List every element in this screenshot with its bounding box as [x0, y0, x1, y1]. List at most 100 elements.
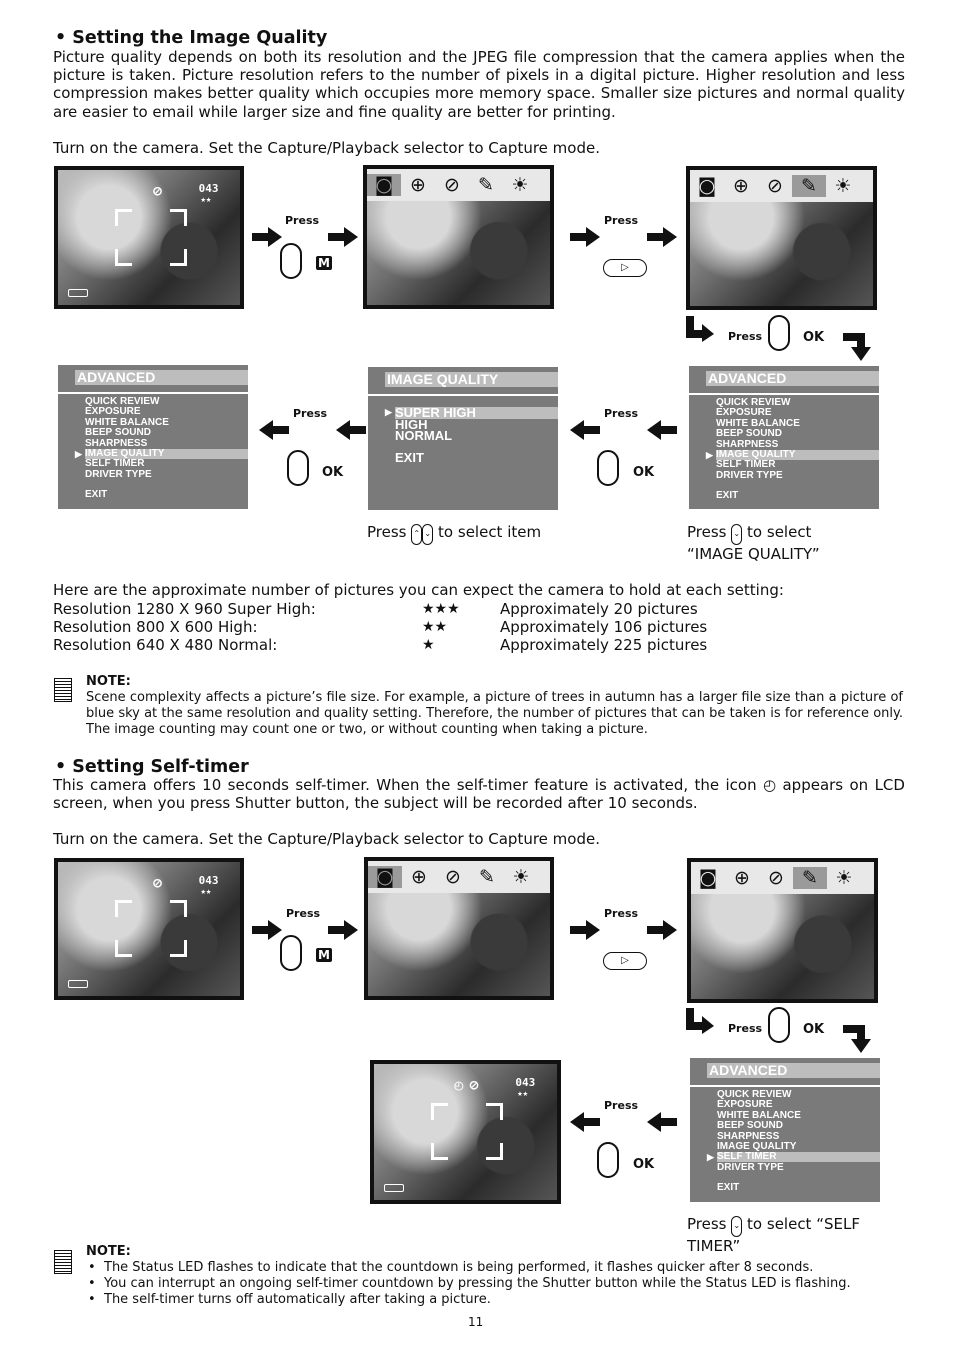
quality-stars: ★★ — [200, 887, 212, 897]
quality-stars: ★★★ — [422, 601, 460, 617]
ok-button[interactable] — [768, 1007, 790, 1043]
menu-exit[interactable]: EXIT — [717, 1183, 880, 1193]
lcd-screen: ◙ ⊕ ⊘ ✎ ☀ — [686, 166, 877, 310]
brightness-icon: ☀ — [835, 867, 853, 889]
ok-button[interactable] — [597, 1142, 619, 1178]
self-timer-icon: ◴ — [763, 776, 777, 794]
zoom-in-icon: ⊕ — [734, 867, 750, 889]
note-title: NOTE: — [86, 674, 131, 689]
selection-arrow-icon: ▶ — [75, 449, 82, 459]
arrow-bend-down-icon — [843, 333, 873, 367]
camera-icon: ◙ — [367, 174, 401, 196]
caption-select-quality: Press ⌄ to select “IMAGE QUALITY” — [687, 523, 847, 563]
menu-exit[interactable]: EXIT — [395, 451, 558, 464]
zoom-in-icon: ⊕ — [411, 866, 427, 888]
camera-icon: ◙ — [368, 866, 402, 888]
menu-exit[interactable]: EXIT — [85, 490, 248, 500]
menu-divider — [58, 392, 248, 394]
arrow-right-icon — [252, 227, 282, 247]
wrench-icon: ✎ — [479, 866, 495, 888]
focus-frame-corner — [170, 248, 187, 266]
arrow-bend-right-icon — [686, 316, 716, 346]
menu-item[interactable]: SELF TIMER — [85, 459, 248, 469]
menu-item[interactable]: SELF TIMER — [716, 460, 879, 470]
flash-off-icon: ⊘ — [444, 174, 460, 196]
advanced-menu: ADVANCED QUICK REVIEW EXPOSURE WHITE BALANC… — [58, 365, 248, 509]
picture-count: Approximately 225 pictures — [500, 636, 708, 654]
menu-item[interactable]: EXPOSURE — [716, 408, 879, 418]
menu-button[interactable] — [280, 243, 302, 279]
caption-press: Press — [687, 1215, 727, 1233]
quality-stars: ★★ — [517, 1089, 529, 1099]
down-key-icon: ⌄ — [731, 524, 743, 545]
flash-off-icon: ⊘ — [469, 1076, 479, 1094]
picture-count: Approximately 20 pictures — [500, 600, 698, 618]
lcd-screen: ◙ ⊕ ⊘ ✎ ☀ — [687, 858, 878, 1003]
arrow-left-icon — [647, 1112, 677, 1132]
menu-item[interactable]: NORMAL — [395, 429, 558, 442]
arrow-right-icon — [328, 227, 358, 247]
playback-button[interactable]: ▷ — [603, 259, 647, 277]
ok-label: OK — [633, 1157, 655, 1172]
lcd-toolbar: ◙ ⊕ ⊘ ✎ ☀ — [690, 170, 873, 202]
menu-divider — [689, 393, 879, 395]
menu-button[interactable] — [280, 935, 302, 971]
wrench-icon: ✎ — [792, 175, 826, 197]
arrow-left-icon — [570, 420, 600, 440]
arrow-bend-down-icon — [843, 1025, 873, 1059]
menu-item[interactable]: BEEP SOUND — [717, 1121, 880, 1131]
menu-divider — [690, 1085, 880, 1087]
shot-count: 043 — [515, 1076, 536, 1089]
press-label: Press — [604, 214, 639, 227]
flash-off-icon: ⊘ — [768, 867, 784, 889]
arrow-left-icon — [336, 420, 366, 440]
down-key-icon: ⌄ — [731, 1216, 743, 1237]
playback-button[interactable]: ▷ — [603, 952, 647, 970]
arrow-left-icon — [570, 1112, 600, 1132]
ok-label: OK — [633, 465, 655, 480]
flash-off-icon: ⊘ — [153, 182, 163, 200]
brightness-icon: ☀ — [834, 175, 852, 197]
ok-label: OK — [803, 330, 825, 345]
menu-item[interactable]: DRIVER TYPE — [85, 469, 248, 480]
resolution-label: Resolution 1280 X 960 Super High: — [53, 600, 316, 618]
menu-item[interactable]: DRIVER TYPE — [716, 470, 879, 481]
ok-button[interactable] — [597, 450, 619, 486]
lcd-screen: ⊘ 043 ★★ — [54, 858, 244, 1000]
up-key-icon: ⌃ — [411, 524, 423, 545]
menu-exit[interactable]: EXIT — [716, 491, 879, 501]
note-title: NOTE: — [86, 1244, 131, 1259]
focus-frame-corner — [431, 1142, 449, 1160]
menu-item[interactable]: DRIVER TYPE — [717, 1162, 880, 1173]
resolution-label: Resolution 800 X 600 High: — [53, 618, 258, 636]
picture-count: Approximately 106 pictures — [500, 618, 708, 636]
note-item: The self-timer turns off automatically a… — [104, 1292, 491, 1307]
arrow-right-icon — [647, 920, 677, 940]
capacity-intro: Here are the approximate number of pictu… — [53, 581, 784, 599]
focus-frame-corner — [115, 900, 132, 918]
note-item: You can interrupt an ongoing self-timer … — [104, 1276, 851, 1291]
press-label: Press — [604, 1099, 639, 1112]
shot-count: 043 — [198, 874, 219, 887]
battery-icon — [68, 980, 88, 988]
menu-item[interactable]: BEEP SOUND — [85, 428, 248, 438]
note-icon — [54, 678, 72, 702]
arrow-bend-right-icon — [686, 1008, 716, 1038]
ok-button[interactable] — [287, 450, 309, 486]
menu-item[interactable]: SELF TIMER — [717, 1152, 880, 1163]
press-label: Press — [285, 214, 320, 227]
menu-item[interactable]: EXPOSURE — [85, 407, 248, 417]
ok-button[interactable] — [768, 315, 790, 351]
arrow-left-icon — [259, 420, 289, 440]
wrench-icon: ✎ — [793, 867, 827, 889]
focus-frame-corner — [486, 1102, 504, 1120]
brightness-icon: ☀ — [511, 174, 529, 196]
lcd-screen: ⊘ 043 ★★ — [54, 166, 244, 309]
lcd-screen: ◙ ⊕ ⊘ ✎ ☀ — [363, 165, 554, 309]
menu-item[interactable]: EXPOSURE — [717, 1100, 880, 1110]
menu-title: ADVANCED — [707, 1063, 880, 1078]
arrow-right-icon — [328, 920, 358, 940]
focus-frame-corner — [115, 208, 132, 226]
menu-item[interactable]: BEEP SOUND — [716, 429, 879, 439]
focus-frame-corner — [115, 940, 132, 958]
